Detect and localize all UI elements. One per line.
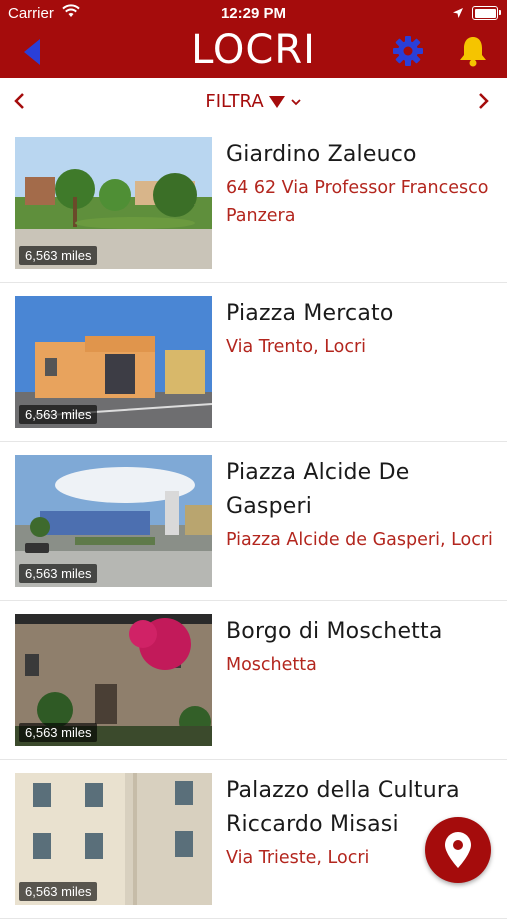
place-photo: 6,563 miles [15,773,212,905]
place-name: Piazza Mercato [226,301,394,326]
places-list: 6,563 miles Giardino Zaleuco 64 62 Via P… [0,124,507,919]
gear-icon[interactable] [392,35,424,71]
place-address: 64 62 Via Professor Francesco Panzera [226,178,489,226]
distance-badge: 6,563 miles [19,723,98,742]
chevron-down-icon [291,99,301,106]
map-button[interactable] [425,817,491,883]
place-photo: 6,563 miles [15,296,212,428]
clock: 12:29 PM [220,5,287,22]
place-address: Via Trento, Locri [226,337,367,357]
place-photo: 6,563 miles [15,455,212,587]
filter-dropdown[interactable]: FILTRA [0,91,507,112]
list-item[interactable]: 6,563 miles Giardino Zaleuco 64 62 Via P… [0,124,507,283]
chevron-right-icon[interactable] [478,92,490,114]
map-pin-icon [445,832,471,868]
place-photo: 6,563 miles [15,614,212,746]
place-name: Giardino Zaleuco [226,142,417,167]
triangle-down-icon [268,96,285,108]
filter-bar: FILTRA [0,78,507,126]
distance-badge: 6,563 miles [19,564,98,583]
battery-icon [472,6,501,20]
place-photo: 6,563 miles [15,137,212,269]
bell-icon[interactable] [458,35,488,71]
distance-badge: 6,563 miles [19,246,98,265]
place-name: Piazza Alcide De Gasperi [226,460,410,519]
page-title: LOCRI [191,27,316,73]
distance-badge: 6,563 miles [19,405,98,424]
nav-bar: LOCRI [0,26,507,78]
distance-badge: 6,563 miles [19,882,98,901]
list-item[interactable]: 6,563 miles Piazza Mercato Via Trento, L… [0,283,507,442]
place-address: Piazza Alcide de Gasperi, Locri [226,530,493,550]
filter-label: FILTRA [205,91,264,112]
list-item[interactable]: 6,563 miles Piazza Alcide De Gasperi Pia… [0,442,507,601]
status-bar: Carrier 12:29 PM [0,0,507,26]
place-address: Moschetta [226,655,317,675]
location-arrow-icon [452,6,464,24]
place-name: Borgo di Moschetta [226,619,443,644]
list-item[interactable]: 6,563 miles Borgo di Moschetta Moschetta [0,601,507,760]
